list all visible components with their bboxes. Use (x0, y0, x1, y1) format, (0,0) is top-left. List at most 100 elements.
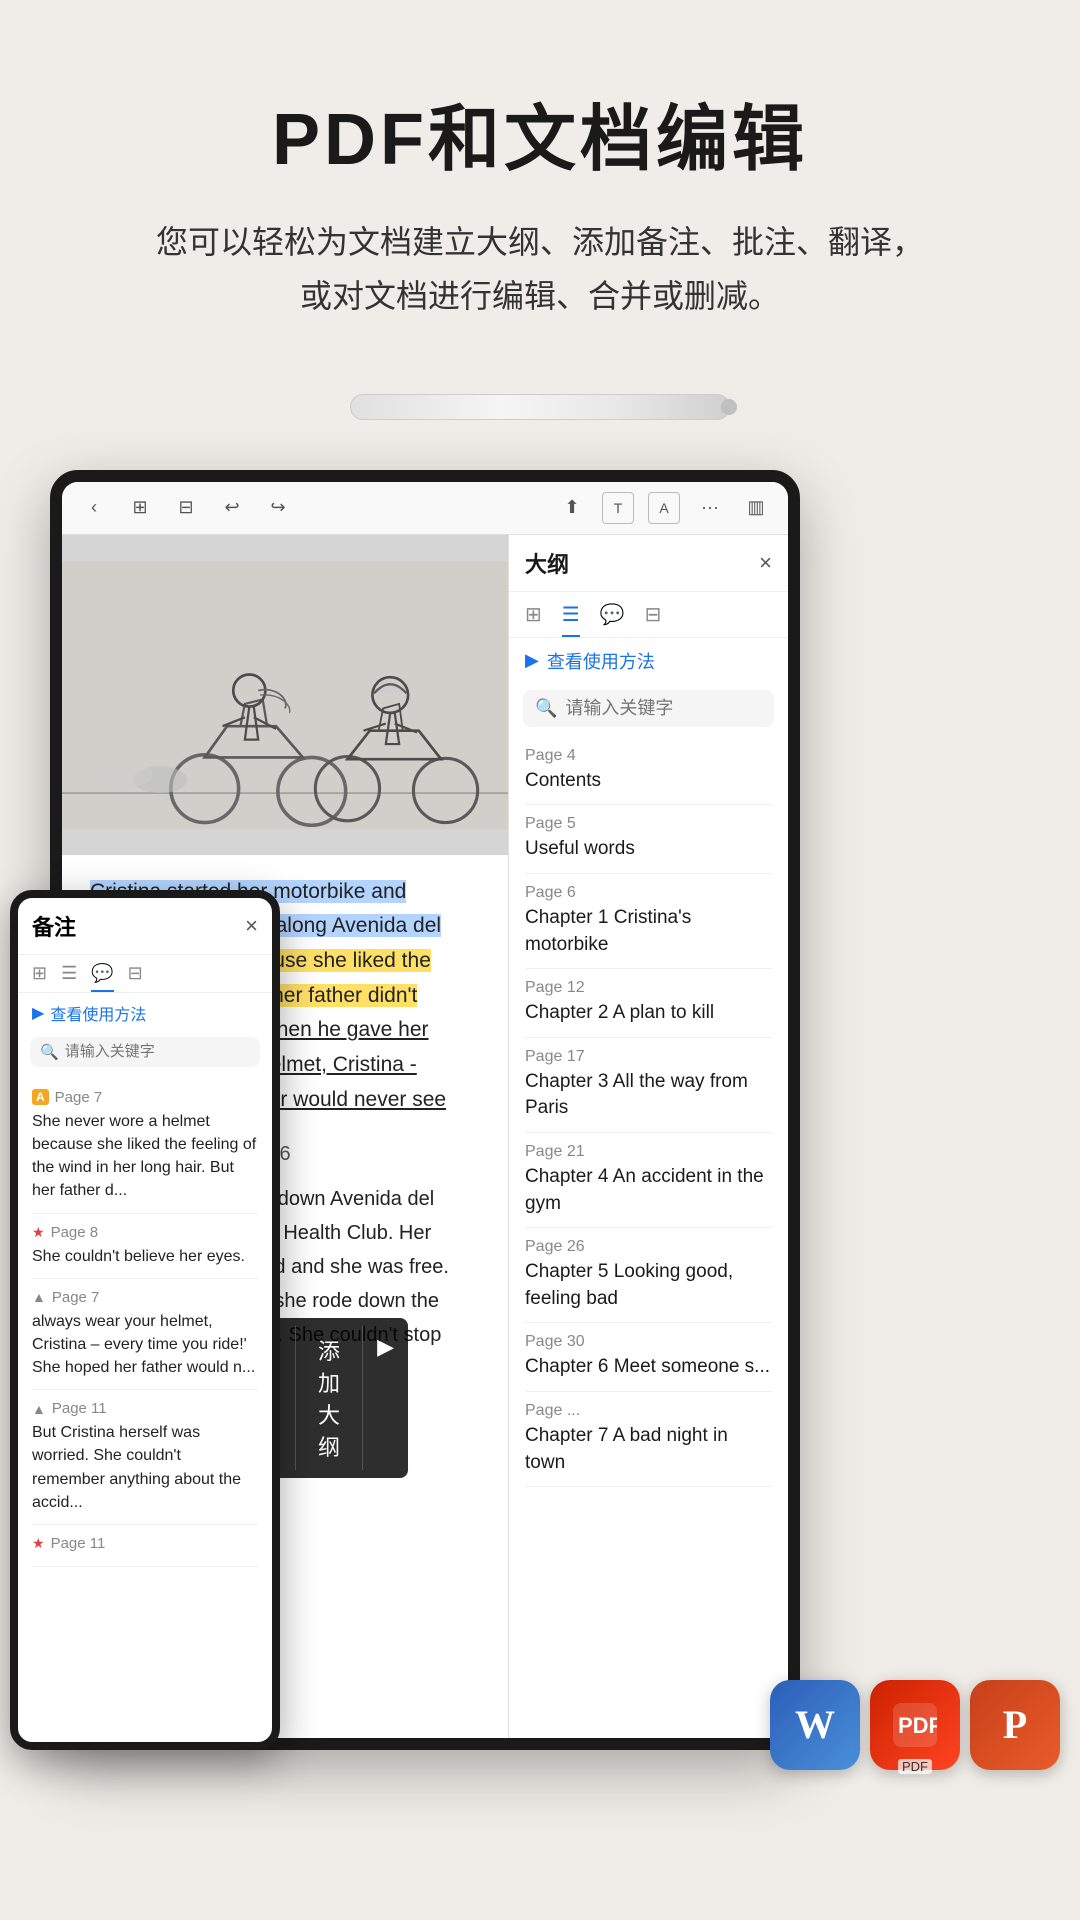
phone-tab-comment[interactable]: 💬 (91, 963, 113, 992)
undo-icon[interactable]: ↩ (216, 492, 248, 524)
note-icon-tri-2: ▲ (32, 1401, 46, 1417)
motorcycle-sketch-svg (62, 535, 508, 855)
add-outline-btn[interactable]: 添加大纲 (296, 1326, 363, 1470)
note-1-header: A Page 7 (32, 1089, 258, 1106)
phone-play-icon: ▶ (32, 1003, 44, 1023)
phone-search-input[interactable] (65, 1043, 264, 1060)
note-5-page: Page 11 (51, 1535, 106, 1552)
phone-title: 备注 (32, 910, 76, 942)
outline-item-chapter2[interactable]: Page 12 Chapter 2 A plan to kill (525, 969, 772, 1038)
note-icon-a-1: A (32, 1089, 49, 1105)
note-1-text: She never wore a helmet because she like… (32, 1110, 258, 1203)
outline-chapter-7: Chapter 7 A bad night in town (525, 1423, 772, 1476)
phone-tab-filter[interactable]: ⊟ (128, 963, 143, 992)
phone-note-3[interactable]: ▲ Page 7 always wear your helmet, Cristi… (32, 1279, 258, 1391)
outline-chapter-3: Chapter 3 All the way from Paris (525, 1069, 772, 1122)
note-4-text: But Cristina herself was worried. She co… (32, 1421, 258, 1514)
note-3-text: always wear your helmet, Cristina – ever… (32, 1310, 258, 1380)
note-5-header: ★ Page 11 (32, 1535, 258, 1552)
outline-tab-filter[interactable]: ⊟ (645, 602, 662, 637)
share-icon[interactable]: ⬆ (556, 492, 588, 524)
format-icon[interactable]: A (648, 492, 680, 524)
outline-page-17: Page 17 (525, 1048, 772, 1066)
text-icon[interactable]: T (602, 492, 634, 524)
header-section: PDF和文档编辑 您可以轻松为文档建立大纲、添加备注、批注、翻译， 或对文档进行… (0, 0, 1080, 364)
outline-item-chapter5[interactable]: Page 26 Chapter 5 Looking good, feeling … (525, 1228, 772, 1323)
ppt-app-icon[interactable]: P (970, 1680, 1060, 1770)
outline-tab-comment[interactable]: 💬 (600, 602, 625, 637)
subtitle: 您可以轻松为文档建立大纲、添加备注、批注、翻译， 或对文档进行编辑、合并或删减。 (60, 215, 1020, 324)
phone-note-4[interactable]: ▲ Page 11 But Cristina herself was worri… (32, 1390, 258, 1525)
outline-help-text: 查看使用方法 (547, 648, 655, 674)
outline-item-chapter1[interactable]: Page 6 Chapter 1 Cristina's motorbike (525, 874, 772, 969)
main-title: PDF和文档编辑 (60, 80, 1020, 185)
outline-page-21: Page 21 (525, 1143, 772, 1161)
illustration-sketch (62, 535, 508, 855)
phone-note-items: A Page 7 She never wore a helmet because… (18, 1075, 272, 1742)
outline-page-12: Page 12 (525, 979, 772, 997)
grid-icon[interactable]: ⊟ (170, 492, 202, 524)
phone-note-5[interactable]: ★ Page 11 (32, 1525, 258, 1567)
outline-chapter-useful-words: Useful words (525, 836, 772, 863)
note-2-text: She couldn't believe her eyes. (32, 1245, 258, 1268)
outline-search-input[interactable] (565, 698, 788, 719)
outline-tab-layout[interactable]: ⊞ (525, 602, 542, 637)
back-icon[interactable]: ‹ (78, 492, 110, 524)
phone-help-text: 查看使用方法 (50, 1001, 146, 1025)
pdf-illustration (62, 535, 508, 855)
outline-page-last: Page ... (525, 1402, 772, 1420)
layout-icon[interactable]: ⊞ (124, 492, 156, 524)
outline-item-chapter6[interactable]: Page 30 Chapter 6 Meet someone s... (525, 1323, 772, 1392)
phone-note-1[interactable]: A Page 7 She never wore a helmet because… (32, 1079, 258, 1214)
outline-tab-list[interactable]: ☰ (562, 602, 580, 637)
outline-item-chapter4[interactable]: Page 21 Chapter 4 An accident in the gym (525, 1133, 772, 1228)
app-icons-container: W PDF PDF P (770, 1680, 1060, 1770)
pdf-app-icon-wrapper: PDF PDF (870, 1680, 960, 1770)
pdf-label: PDF (898, 1759, 932, 1774)
outline-tabs: ⊞ ☰ 💬 ⊟ (509, 592, 788, 638)
svg-text:PDF: PDF (898, 1713, 937, 1738)
phone-note-2[interactable]: ★ Page 8 She couldn't believe her eyes. (32, 1214, 258, 1279)
tablet-toolbar: ‹ ⊞ ⊟ ↩ ↪ ⬆ T A ··· ▥ (62, 482, 788, 535)
play-icon: ▶ (525, 650, 539, 671)
outline-chapter-5: Chapter 5 Looking good, feeling bad (525, 1259, 772, 1312)
more-icon[interactable]: ··· (694, 492, 726, 524)
note-1-page: Page 7 (55, 1089, 103, 1106)
outline-page-5: Page 5 (525, 815, 772, 833)
redo-icon[interactable]: ↪ (262, 492, 294, 524)
outline-search-icon: 🔍 (535, 698, 557, 719)
phone-search-icon: 🔍 (40, 1043, 59, 1061)
phone-tab-layout[interactable]: ⊞ (32, 963, 47, 992)
phone-close-btn[interactable]: × (245, 913, 258, 939)
devices-container: ‹ ⊞ ⊟ ↩ ↪ ⬆ T A ··· ▥ (0, 410, 1080, 1790)
annotation-arrow[interactable]: ▶ (363, 1326, 408, 1470)
outline-page-4: Page 4 (525, 747, 772, 765)
pdf-logo-svg: PDF (893, 1703, 937, 1747)
outline-item-useful-words[interactable]: Page 5 Useful words (525, 805, 772, 874)
outline-title: 大纲 (525, 547, 569, 579)
outline-item-chapter7[interactable]: Page ... Chapter 7 A bad night in town (525, 1392, 772, 1487)
note-4-page: Page 11 (52, 1400, 107, 1417)
outline-help-link[interactable]: ▶ 查看使用方法 (509, 638, 788, 684)
outline-page-30: Page 30 (525, 1333, 772, 1351)
word-app-icon[interactable]: W (770, 1680, 860, 1770)
outline-page-26: Page 26 (525, 1238, 772, 1256)
note-icon-star-1: ★ (32, 1224, 45, 1241)
outline-item-contents[interactable]: Page 4 Contents (525, 737, 772, 806)
phone-help-link[interactable]: ▶ 查看使用方法 (18, 993, 272, 1033)
panel-icon[interactable]: ▥ (740, 492, 772, 524)
outline-close-btn[interactable]: × (759, 550, 772, 576)
note-3-page: Page 7 (52, 1289, 100, 1306)
outline-item-chapter3[interactable]: Page 17 Chapter 3 All the way from Paris (525, 1038, 772, 1133)
phone-tab-list[interactable]: ☰ (61, 963, 77, 992)
outline-search-box[interactable]: 🔍 (523, 690, 774, 727)
outline-chapter-contents: Contents (525, 768, 772, 795)
phone-search-box[interactable]: 🔍 (30, 1037, 260, 1067)
phone-notes-panel: 备注 × ⊞ ☰ 💬 ⊟ ▶ 查看使用方法 🔍 A Page 7 She nev… (10, 890, 280, 1750)
ppt-icon-label: P (1003, 1701, 1027, 1748)
outline-chapter-6: Chapter 6 Meet someone s... (525, 1354, 772, 1381)
note-4-header: ▲ Page 11 (32, 1400, 258, 1417)
outline-page-6: Page 6 (525, 884, 772, 902)
phone-header: 备注 × (18, 898, 272, 955)
pdf-app-icon[interactable]: PDF (870, 1680, 960, 1770)
